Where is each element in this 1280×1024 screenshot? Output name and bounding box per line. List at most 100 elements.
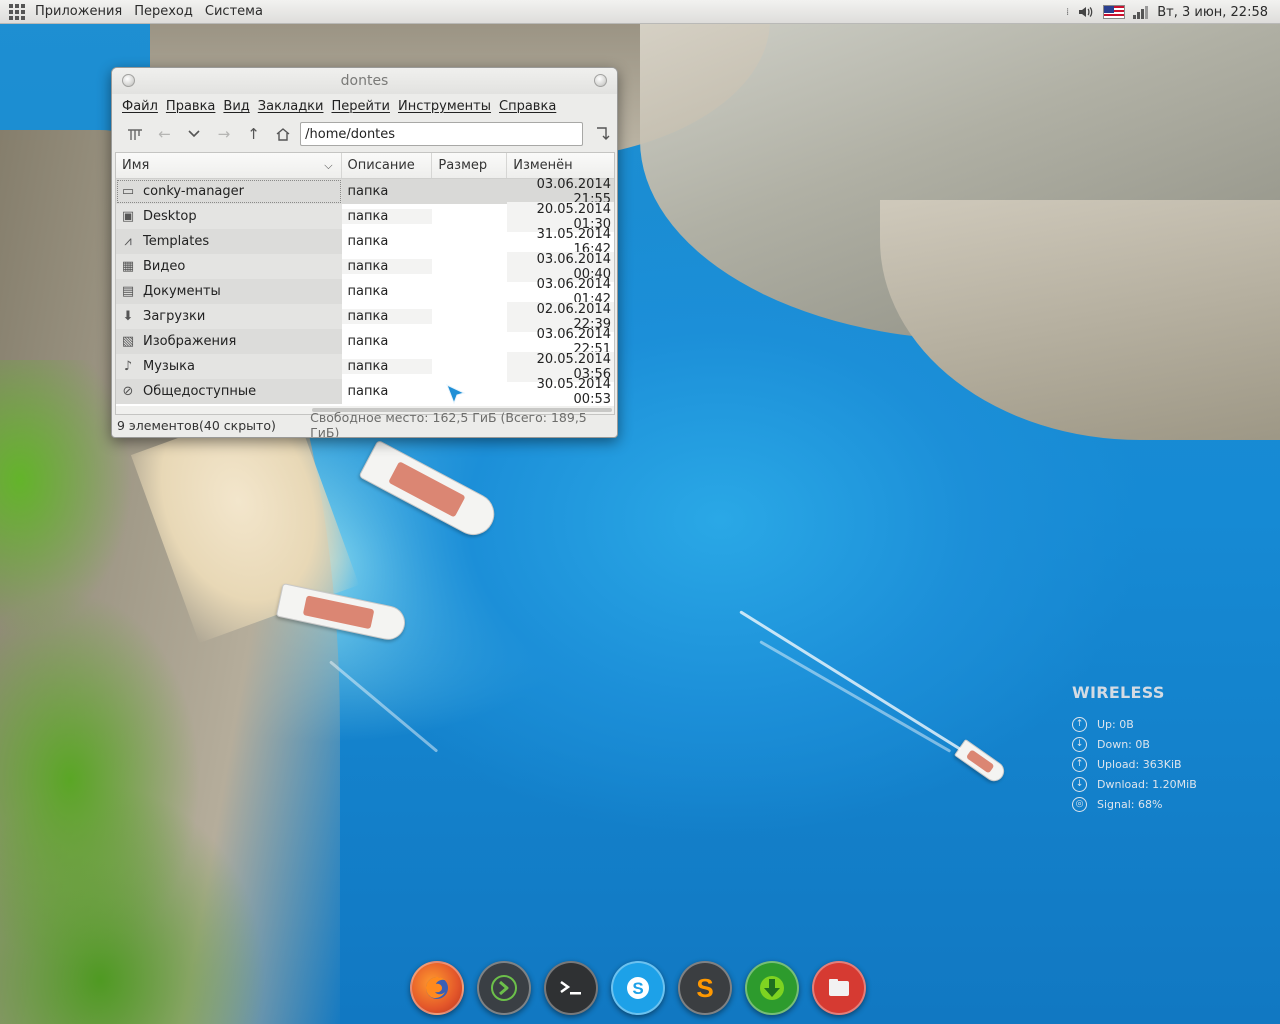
home-icon [276,128,290,141]
conky-row: ◎ Signal: 68% [1072,794,1232,814]
file-name: Изображения [143,334,237,349]
status-bar: 9 элементов(40 скрыто) Свободное место: … [112,410,617,438]
folder-icon: ▭ [121,184,135,199]
back-button[interactable]: ← [150,121,180,147]
dock-skype-button[interactable]: S [611,961,665,1015]
video-icon: ▦ [121,259,135,274]
column-header-modified[interactable]: Изменён [507,153,614,178]
table-row[interactable]: ⩘ Templates папка 31.05.2014 16:42 [116,227,614,257]
table-row[interactable]: ▧ Изображения папка 03.06.2014 22:51 [116,327,614,357]
window-titlebar[interactable]: dontes [112,68,617,94]
conky-network-widget: WIRELESS ↑ Up: 0B ↓ Down: 0B ↑ Upload: 363K… [1072,683,1232,814]
dock-download-manager-button[interactable] [745,961,799,1015]
window-close-button[interactable] [122,74,135,87]
menu-go[interactable]: Перейти [327,99,394,114]
go-button[interactable] [587,121,617,147]
file-description: папка [341,309,433,324]
file-name: Templates [143,234,210,249]
column-header-size[interactable]: Размер [432,153,508,178]
home-button[interactable] [268,121,298,147]
toolbar: ← → ↑ [112,118,617,150]
table-row[interactable]: ▭ conky-manager папка 03.06.2014 21:55 [116,177,614,207]
terminal-icon [560,980,581,995]
history-dropdown-button[interactable] [179,121,209,147]
file-description: папка [347,334,389,349]
dock-sublime-text-button[interactable]: S [678,961,732,1015]
menu-file[interactable]: Файл [118,99,162,114]
arrow-right-icon: → [217,125,231,143]
file-name: Desktop [143,209,197,224]
down-arrow-icon: ↓ [1072,776,1087,792]
file-description: папка [347,284,389,299]
file-name: Общедоступные [143,384,257,399]
column-header-name[interactable]: Имя ⌵ [116,153,342,178]
signal-ring-icon: ◎ [1072,796,1087,812]
dock-firefox-button[interactable] [410,961,464,1015]
file-description: папка [347,184,389,199]
dock-feedly-button[interactable] [477,961,531,1015]
feedly-icon [491,975,517,1001]
column-header-description[interactable]: Описание [342,153,433,178]
up-arrow-icon: ↑ [1072,716,1087,732]
location-input[interactable] [300,122,584,146]
file-description: папка [347,234,389,249]
menu-bar: Файл Правка Вид Закладки Перейти Инструм… [112,94,617,118]
file-description: папка [341,359,433,374]
file-name: Загрузки [143,309,206,324]
window-maximize-button[interactable] [594,74,607,87]
go-arrow-icon [597,127,610,140]
menu-bookmarks[interactable]: Закладки [254,99,328,114]
download-icon: ⬇ [122,309,134,324]
toggle-path-bar-button[interactable] [120,121,150,147]
boat [953,738,1009,786]
volume-icon[interactable] [1077,4,1095,20]
table-row[interactable]: ♪ Музыка папка 20.05.2014 03:56 [116,351,614,382]
dock-files-button[interactable] [812,961,866,1015]
menu-help[interactable]: Справка [495,99,560,114]
table-row[interactable]: ⊘ Общедоступные папка 30.05.2014 00:53 [116,377,614,407]
pictures-icon: ▧ [121,334,135,349]
dock: S S [404,952,878,1024]
chevron-down-icon [188,130,200,138]
panel-menu-system[interactable]: Система [199,0,269,24]
item-count: 9 элементов(40 скрыто) [117,417,276,433]
boat [358,439,502,543]
up-button[interactable]: ↑ [239,121,269,147]
up-arrow-icon: ↑ [1072,756,1087,772]
menu-edit[interactable]: Правка [162,99,219,114]
public-icon: ⊘ [122,384,134,399]
panel-clock[interactable]: Вт, 3 июн, 22:58 [1157,5,1268,20]
keyboard-layout-us-flag-icon[interactable] [1103,5,1126,19]
mouse-cursor-icon [446,384,466,405]
file-name: Видео [143,259,186,274]
panel-menu-applications[interactable]: Приложения [29,0,128,24]
file-name: conky-manager [143,184,244,199]
conky-title: WIRELESS [1072,683,1165,702]
forward-button[interactable]: → [209,121,239,147]
applications-grid-icon[interactable] [9,3,25,20]
documents-icon: ▤ [121,284,135,299]
file-description: папка [341,259,433,274]
conky-row: ↑ Upload: 363KiB [1072,754,1232,774]
table-row[interactable]: ▤ Документы папка 03.06.2014 01:42 [116,277,614,307]
arrow-up-icon: ↑ [247,125,260,143]
desktop-icon: ▣ [121,209,135,224]
file-name: Музыка [143,359,195,374]
top-panel: Приложения Переход Система ⁞ Вт, 3 июн, … [0,0,1280,24]
table-row[interactable]: ▣ Desktop папка 20.05.2014 01:30 [116,201,614,232]
window-title: dontes [340,73,389,89]
table-row[interactable]: ⬇ Загрузки папка 02.06.2014 22:39 [116,301,614,332]
free-space: Свободное место: 162,5 ГиБ (Всего: 189,5… [310,410,587,438]
network-signal-icon[interactable] [1133,5,1149,19]
menu-view[interactable]: Вид [219,99,253,114]
skype-icon: S [627,977,649,999]
file-list: Имя ⌵ Описание Размер Изменён ▭ conky-man… [115,152,615,415]
panel-menu-places[interactable]: Переход [128,0,199,24]
tray-handle-icon[interactable]: ⁞ [1066,7,1069,18]
file-description: папка [347,384,389,399]
down-arrow-icon: ↓ [1072,736,1087,752]
file-name: Документы [143,284,221,299]
table-row[interactable]: ▦ Видео папка 03.06.2014 00:40 [116,251,614,282]
dock-terminal-button[interactable] [544,961,598,1015]
menu-tools[interactable]: Инструменты [394,99,495,114]
